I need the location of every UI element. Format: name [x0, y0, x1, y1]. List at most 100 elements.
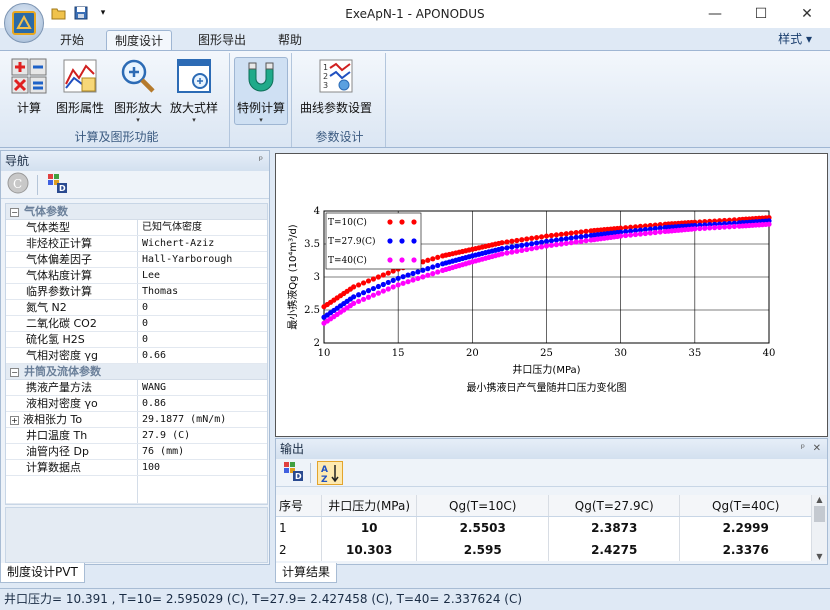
categorize-icon[interactable]: C	[7, 172, 29, 197]
zoom-style-button[interactable]: 放大式样 ▾	[170, 57, 218, 124]
output-scrollbar[interactable]: ▲ ▼	[811, 495, 827, 561]
prop-row[interactable]: 计算数据点 100	[6, 460, 267, 476]
prop-value[interactable]: 0.86	[138, 396, 267, 411]
prop-value[interactable]: Hall-Yarborough	[138, 252, 267, 267]
zoom-chart-button[interactable]: 图形放大 ▾	[114, 57, 162, 124]
nav-toolbar: C D	[1, 171, 269, 199]
prop-row[interactable]: 二氧化碳 CO2 0	[6, 316, 267, 332]
prop-value[interactable]: 0.66	[138, 348, 267, 363]
legend-marker	[387, 238, 393, 244]
series-point	[509, 238, 515, 244]
ribbon-group-calc: 计算 图形属性 图形放大 ▾ 放大式样 ▾ 计算及图形功能	[4, 53, 230, 147]
prop-value[interactable]: 27.9 (C)	[138, 428, 267, 443]
prop-value[interactable]: Wichert-Aziz	[138, 236, 267, 251]
prop-value[interactable]: Lee	[138, 268, 267, 283]
maximize-button[interactable]: ☐	[738, 0, 784, 28]
prop-value[interactable]: 0	[138, 316, 267, 331]
prop-row[interactable]: 液相对密度 γo 0.86	[6, 396, 267, 412]
prop-row[interactable]: + 液相张力 To 29.1877 (mN/m)	[6, 412, 267, 428]
prop-row[interactable]: 气体粘度计算 Lee	[6, 268, 267, 284]
column-header[interactable]: 序号	[276, 495, 322, 516]
property-pages-icon[interactable]: D	[282, 460, 304, 485]
series-point	[435, 269, 441, 275]
prop-value[interactable]: 76 (mm)	[138, 444, 267, 459]
chart-properties-button[interactable]: 图形属性	[56, 57, 104, 116]
legend-marker	[399, 257, 405, 263]
prop-value[interactable]: 0	[138, 332, 267, 347]
prop-row[interactable]: 气体偏差因子 Hall-Yarborough	[6, 252, 267, 268]
prop-value[interactable]: 0	[138, 300, 267, 315]
series-point	[425, 257, 431, 263]
table-row[interactable]: 2 10.303 2.595 2.4275 2.3376	[276, 539, 812, 561]
nav-header: 导航 ᵖ	[1, 151, 269, 171]
series-point	[726, 224, 733, 230]
nav-pin-icon[interactable]: ᵖ	[259, 151, 263, 171]
series-point	[534, 234, 540, 241]
output-title: 输出	[280, 442, 305, 456]
series-point	[529, 241, 535, 247]
zoom-style-dropdown-icon: ▾	[192, 116, 196, 124]
tab-calc-results[interactable]: 计算结果	[275, 563, 338, 583]
category-gas-params[interactable]: − 气体参数	[6, 204, 267, 220]
prop-row[interactable]: 油管内径 Dp 76 (mm)	[6, 444, 267, 460]
series-point	[553, 242, 559, 248]
column-header[interactable]: 井口压力(MPa)	[322, 495, 418, 516]
sort-az-icon[interactable]: AZ	[317, 460, 343, 485]
series-point	[390, 284, 396, 290]
series-point	[504, 245, 510, 251]
scroll-down-icon[interactable]: ▼	[812, 552, 827, 561]
prop-value[interactable]: Thomas	[138, 284, 267, 299]
expand-icon[interactable]: +	[10, 416, 19, 425]
prop-row[interactable]: 气体类型 已知气体密度	[6, 220, 267, 236]
tab-pvt-design[interactable]: 制度设计PVT	[0, 563, 85, 583]
series-point	[514, 237, 520, 244]
tab-export[interactable]: 图形导出	[190, 30, 254, 50]
collapse-icon[interactable]: −	[10, 208, 19, 217]
prop-value[interactable]: WANG	[138, 380, 267, 395]
curve-params-button[interactable]: 1 2 3 曲线参数设置	[300, 57, 372, 116]
prop-row[interactable]: 井口温度 Th 27.9 (C)	[6, 428, 267, 444]
series-point	[466, 247, 472, 253]
table-row[interactable]: 1 10 2.5503 2.3873 2.2999	[276, 517, 812, 539]
legend-label: T=10(C)	[328, 217, 367, 228]
tab-start[interactable]: 开始	[52, 30, 92, 50]
prop-value[interactable]: 100	[138, 460, 267, 475]
series-point	[425, 266, 431, 272]
special-calc-button[interactable]: 特例计算 ▾	[234, 57, 289, 125]
prop-row[interactable]: 氮气 N2 0	[6, 300, 267, 316]
output-close-icon[interactable]: ✕	[813, 439, 821, 459]
series-point	[519, 242, 525, 248]
magnifier-icon	[119, 57, 157, 95]
category-label: 气体参数	[24, 205, 68, 218]
scroll-thumb[interactable]	[814, 506, 825, 522]
minimize-button[interactable]: —	[692, 0, 738, 28]
prop-row[interactable]: 临界参数计算 Thomas	[6, 284, 267, 300]
category-wellbore-params[interactable]: − 井筒及流体参数	[6, 364, 267, 380]
series-point	[375, 274, 381, 280]
series-point	[697, 225, 703, 232]
magnet-icon	[242, 58, 280, 95]
property-pages-icon[interactable]: D	[46, 172, 68, 197]
series-point	[356, 298, 362, 304]
column-header[interactable]: Qg(T=10C)	[417, 495, 549, 516]
style-menu[interactable]: 样式 ▾	[778, 30, 812, 47]
column-header[interactable]: Qg(T=40C)	[680, 495, 812, 516]
close-button[interactable]: ✕	[784, 0, 830, 28]
tab-design[interactable]: 制度设计	[106, 30, 173, 50]
prop-row[interactable]: 硫化氢 H2S 0	[6, 332, 267, 348]
tab-help[interactable]: 帮助	[270, 30, 310, 50]
column-header[interactable]: Qg(T=27.9C)	[549, 495, 681, 516]
prop-row[interactable]: 携液产量方法 WANG	[6, 380, 267, 396]
prop-row[interactable]: 气相对密度 γg 0.66	[6, 348, 267, 364]
prop-row[interactable]: 非烃校正计算 Wichert-Aziz	[6, 236, 267, 252]
prop-value[interactable]: 29.1877 (mN/m)	[138, 412, 267, 427]
scroll-up-icon[interactable]: ▲	[812, 495, 827, 504]
prop-value[interactable]: 已知气体密度	[138, 220, 267, 235]
collapse-icon[interactable]: −	[10, 368, 19, 377]
output-pin-icon[interactable]: ᵖ	[801, 439, 805, 459]
calculate-button[interactable]: 计算	[10, 57, 48, 116]
table-cell: 2.5503	[417, 517, 549, 539]
prop-key: + 液相张力 To	[6, 412, 138, 427]
y-axis-label: 最小携液Qg (10⁴m³/d)	[286, 224, 299, 329]
app-menu-button[interactable]	[4, 3, 44, 43]
